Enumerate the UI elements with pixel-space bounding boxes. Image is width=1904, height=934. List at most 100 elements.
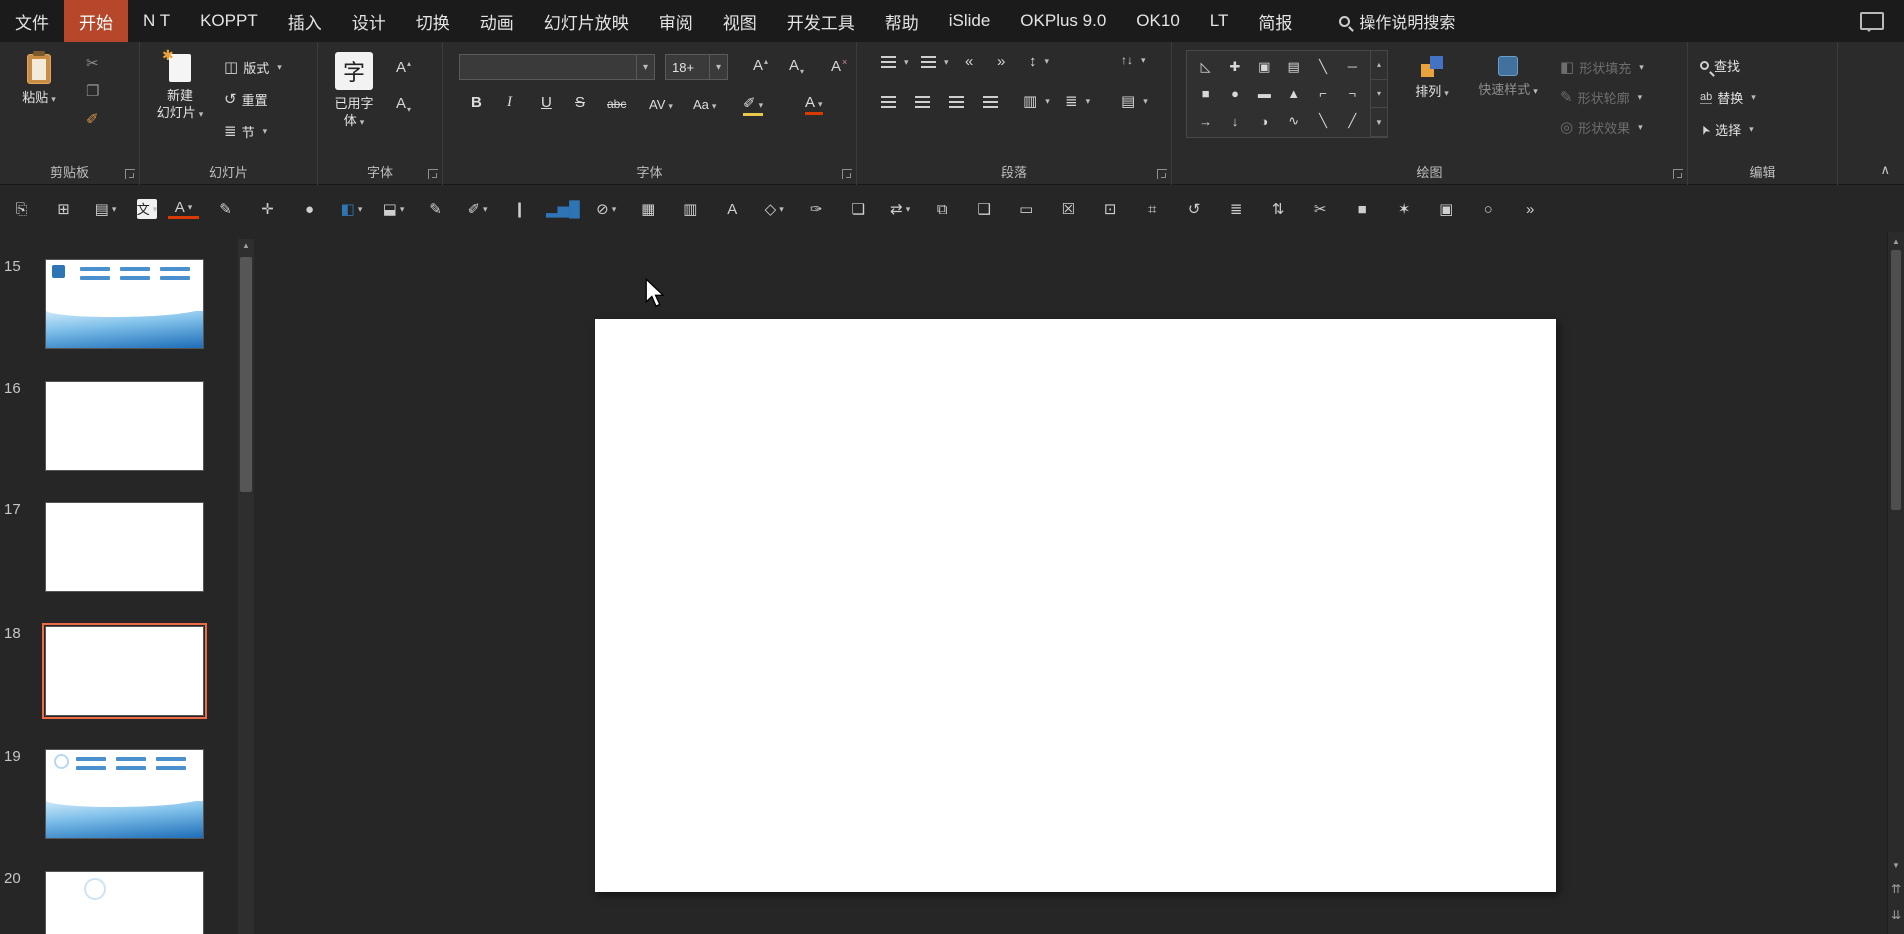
shapes-more-icon[interactable]: ▼ <box>1371 108 1387 138</box>
crosshair-icon[interactable]: ✛ <box>252 202 283 217</box>
quick-grow-font-button[interactable]: A <box>396 60 411 75</box>
format-painter-button[interactable]: ✐ <box>86 112 99 127</box>
font-color-button[interactable]: A <box>805 94 823 115</box>
used-fonts-button[interactable]: 字 已用字体 <box>328 52 380 130</box>
decrease-font-size-button[interactable]: A <box>789 58 804 76</box>
font-dialog-launcher[interactable] <box>842 169 852 179</box>
line-spacing-button[interactable]: ↕ <box>1029 54 1049 69</box>
slide-thumbnail-16[interactable] <box>45 381 204 471</box>
strikethrough-button[interactable]: abc <box>607 97 626 111</box>
new-slide-button[interactable]: ✱ 新建 幻灯片 <box>148 47 212 122</box>
more-tools-icon[interactable]: » <box>1515 202 1546 217</box>
menu-animations[interactable]: 动画 <box>465 0 529 42</box>
shape-effects-button[interactable]: ◎ 形状效果 <box>1560 118 1643 137</box>
line-icon[interactable]: ╲ <box>1319 59 1327 75</box>
align-objects-icon[interactable]: ⌗ <box>1137 202 1168 217</box>
layout-grid-icon[interactable]: ⊞ <box>48 202 79 217</box>
font-size-combobox[interactable]: 18+ ▾ <box>665 54 728 80</box>
font-name-dropdown-icon[interactable]: ▾ <box>636 55 654 79</box>
cut-button[interactable]: ✂ <box>86 56 99 71</box>
paragraph-dialog-launcher[interactable] <box>1157 169 1167 179</box>
flip-icon[interactable]: ⇄ <box>885 202 916 217</box>
text-style-icon[interactable]: ▤ <box>90 202 121 217</box>
menu-slideshow[interactable]: 幻灯片放映 <box>529 0 644 42</box>
arrow-down-icon[interactable]: ↓ <box>1232 114 1239 129</box>
circle-outline-icon[interactable]: ○ <box>1473 202 1504 217</box>
shape-outline-button[interactable]: ✎ 形状轮廓 <box>1560 88 1642 107</box>
list-level-button[interactable]: ≣ <box>1065 94 1090 109</box>
slide-thumbnail-15[interactable] <box>45 259 204 349</box>
menu-review[interactable]: 审阅 <box>644 0 708 42</box>
italic-button[interactable]: I <box>507 94 512 111</box>
table-icon[interactable]: ▦ <box>633 202 664 217</box>
wordart-icon[interactable]: A <box>717 202 748 217</box>
scribble-icon[interactable]: ╱ <box>1348 113 1356 129</box>
decrease-indent-button[interactable]: « <box>965 54 973 69</box>
slide-thumbnail-19[interactable] <box>45 749 204 839</box>
shapes-scroll-up-icon[interactable]: ▴ <box>1371 51 1387 80</box>
outline-pen-icon[interactable]: ✐ <box>462 202 493 217</box>
menu-developer[interactable]: 开发工具 <box>772 0 870 42</box>
justify-button[interactable] <box>983 96 998 108</box>
menu-view[interactable]: 视图 <box>708 0 772 42</box>
black-circle-icon[interactable]: ● <box>294 202 325 217</box>
next-slide-button[interactable]: ⇊ <box>1888 908 1904 922</box>
fill-bucket-icon[interactable]: ⬓ <box>378 202 409 217</box>
ink-dropper-icon[interactable]: ❙ <box>504 202 535 217</box>
text-direction-button[interactable]: ↑↓ <box>1121 54 1146 66</box>
shape-fill-button[interactable]: ◧ 形状填充 <box>1560 58 1644 77</box>
elbow-connector-icon[interactable]: ⌐ <box>1319 86 1327 101</box>
select-button[interactable]: ➤ 选择 <box>1697 120 1754 139</box>
menu-transitions[interactable]: 切换 <box>401 0 465 42</box>
paste-small-icon[interactable]: ⎘ <box>6 202 37 217</box>
swap-order-icon[interactable]: ⇅ <box>1263 202 1294 217</box>
columns-button[interactable]: ▥ <box>1023 94 1050 109</box>
layers-icon[interactable]: ❏ <box>843 202 874 217</box>
fill-square-icon[interactable]: ■ <box>1347 202 1378 217</box>
clipboard-dialog-launcher[interactable] <box>125 169 135 179</box>
align-center-button[interactable] <box>915 96 930 108</box>
menu-okplus[interactable]: OKPlus 9.0 <box>1005 0 1121 42</box>
distribute-objects-icon[interactable]: ≣ <box>1221 202 1252 217</box>
change-case-button[interactable]: Aa <box>693 97 716 112</box>
align-right-button[interactable] <box>949 96 964 108</box>
columns-icon[interactable]: ▥ <box>675 202 706 217</box>
vertical-scrollbar[interactable]: ▲ ▼ ⇈ ⇊ <box>1887 232 1904 934</box>
previous-slide-button[interactable]: ⇈ <box>1888 882 1904 896</box>
increase-indent-button[interactable]: » <box>997 54 1005 69</box>
arrow-right-icon[interactable]: → <box>1199 114 1212 129</box>
tell-me-search[interactable]: 操作说明搜索 <box>1329 0 1465 42</box>
elbow-arrow-icon[interactable]: ¬ <box>1349 86 1357 101</box>
picture-icon[interactable]: ▣ <box>1431 202 1462 217</box>
menu-nt[interactable]: N T <box>128 0 185 42</box>
menu-insert[interactable]: 插入 <box>273 0 337 42</box>
drawing-dialog-launcher[interactable] <box>1673 169 1683 179</box>
curve-icon[interactable]: ∿ <box>1288 113 1299 129</box>
menu-ok10[interactable]: OK10 <box>1121 0 1194 42</box>
bar-chart-icon[interactable]: ▂▅█ <box>546 202 580 217</box>
scroll-down-icon[interactable]: ▼ <box>1888 861 1904 870</box>
slide-thumbnail-17[interactable] <box>45 502 204 592</box>
align-text-button[interactable]: ▤ <box>1121 94 1148 109</box>
replace-button[interactable]: ab 替换 <box>1700 88 1756 107</box>
shape-oval-icon[interactable]: ● <box>1231 86 1239 101</box>
panel-scrollbar[interactable]: ▲ <box>238 239 254 934</box>
shape-text-box-icon[interactable]: ▣ <box>1258 59 1270 75</box>
character-spacing-button[interactable]: AV <box>649 97 673 112</box>
shapes-icon[interactable]: ◇ <box>759 202 790 217</box>
slide-thumbnail-20[interactable] <box>45 871 204 934</box>
used-fonts-dialog-launcher[interactable] <box>428 169 438 179</box>
font-size-dropdown-icon[interactable]: ▾ <box>709 55 727 79</box>
text-box-icon[interactable]: ▭ <box>1011 202 1042 217</box>
no-fill-icon[interactable]: ⊘ <box>591 202 622 217</box>
brush-icon[interactable]: ✑ <box>801 202 832 217</box>
panel-scrollbar-thumb[interactable] <box>240 257 252 492</box>
collapse-ribbon-button[interactable]: ∧ <box>1880 162 1890 178</box>
menu-koppt[interactable]: KOPPT <box>185 0 273 42</box>
shapes-scroll-down-icon[interactable]: ▾ <box>1371 80 1387 109</box>
shadow-strike-button[interactable]: S <box>575 94 585 111</box>
find-button[interactable]: 查找 <box>1700 56 1740 75</box>
shape-frame-icon[interactable]: ▤ <box>1288 59 1300 75</box>
rotate-objects-icon[interactable]: ↺ <box>1179 202 1210 217</box>
clear-formatting-button[interactable]: A <box>831 58 847 74</box>
